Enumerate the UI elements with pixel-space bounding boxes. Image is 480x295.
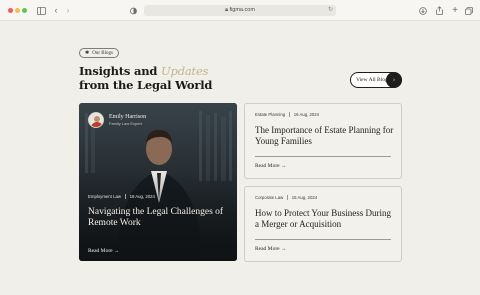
featured-blog-card[interactable]: Emily Harrison Family Law Expert Employm…: [79, 103, 237, 261]
read-more-link[interactable]: Read More →: [255, 163, 286, 169]
lock-icon: 🔒︎: [225, 7, 229, 13]
divider: [255, 156, 391, 157]
reload-icon[interactable]: ↻: [328, 5, 333, 16]
card-title[interactable]: How to Protect Your Business During a Me…: [255, 208, 395, 230]
address-bar[interactable]: 🔒︎ figma.com ↻: [144, 5, 336, 16]
url-text: 🔒︎ figma.com: [144, 5, 336, 16]
close-window-button[interactable]: [8, 8, 13, 13]
view-all-label: View All Blogs: [356, 77, 390, 83]
view-all-blogs-button[interactable]: View All Blogs ›: [350, 72, 402, 88]
our-blogs-chip: ✱ Our Blogs: [79, 48, 119, 58]
card-meta: Corporate Law 15 Aug, 2024: [255, 195, 317, 200]
read-more-label: Read More: [88, 248, 113, 254]
browser-toolbar: ‹ › 🔒︎ figma.com ↻ +: [0, 0, 480, 21]
heading-accent: Updates: [161, 64, 209, 78]
chip-label: Our Blogs: [92, 50, 113, 56]
date-label: 18 Aug, 2024: [129, 194, 155, 199]
url-value: figma.com: [229, 7, 255, 13]
minimize-window-button[interactable]: [15, 8, 20, 13]
download-icon[interactable]: [418, 5, 428, 16]
card-meta: Estate Planning 16 Aug, 2024: [255, 112, 319, 117]
author-badge: Emily Harrison Family Law Expert: [88, 112, 146, 128]
read-more-link[interactable]: Read More →: [255, 246, 286, 252]
read-more-label: Read More: [255, 246, 280, 252]
shield-icon[interactable]: [128, 5, 138, 16]
featured-read-more-link[interactable]: Read More →: [88, 248, 119, 254]
category-label: Estate Planning: [255, 112, 286, 117]
heading-line1: Insights and: [79, 64, 158, 78]
tabs-icon[interactable]: [464, 5, 474, 16]
sidebar-icon[interactable]: [36, 5, 46, 16]
date-label: 15 Aug, 2024: [291, 195, 318, 200]
heading-line2: from the Legal World: [79, 78, 213, 92]
forward-arrow-icon[interactable]: ›: [64, 5, 72, 16]
blog-card[interactable]: Estate Planning 16 Aug, 2024 The Importa…: [244, 103, 402, 179]
maximize-window-button[interactable]: [22, 8, 27, 13]
author-name: Emily Harrison: [109, 113, 147, 120]
arrow-right-icon: →: [113, 248, 120, 254]
new-tab-icon[interactable]: +: [450, 5, 460, 16]
author-role: Family Law Expert: [109, 120, 142, 126]
blog-card[interactable]: Corporate Law 15 Aug, 2024 How to Protec…: [244, 186, 402, 262]
featured-meta: Employment Law 18 Aug, 2024: [88, 194, 155, 199]
date-label: 16 Aug, 2024: [293, 112, 320, 117]
category-label: Corporate Law: [255, 195, 284, 200]
divider: [255, 239, 391, 240]
back-arrow-icon[interactable]: ‹: [52, 5, 60, 16]
star-icon: ✱: [85, 50, 90, 56]
category-label: Employment Law: [88, 194, 121, 199]
share-icon[interactable]: [434, 5, 444, 16]
arrow-right-icon: →: [280, 163, 287, 169]
featured-title[interactable]: Navigating the Legal Challenges of Remot…: [88, 207, 233, 229]
card-title[interactable]: The Importance of Estate Planning for Yo…: [255, 125, 395, 147]
read-more-label: Read More: [255, 163, 280, 169]
arrow-right-icon: →: [280, 246, 287, 252]
section-heading: Insights and Updates from the Legal Worl…: [79, 64, 212, 92]
avatar: [88, 112, 104, 128]
arrow-right-icon: ›: [386, 72, 402, 88]
